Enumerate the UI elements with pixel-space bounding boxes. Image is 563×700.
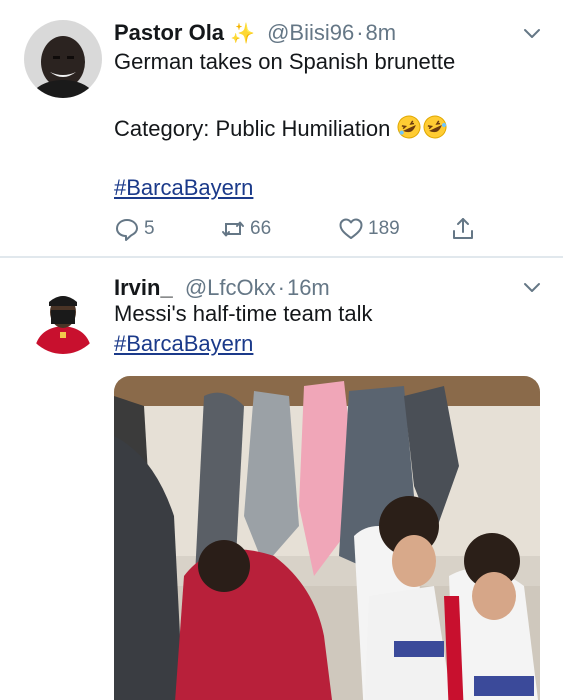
chevron-down-icon[interactable] [521, 22, 543, 44]
hashtag-link[interactable]: #BarcaBayern [114, 331, 253, 356]
reply-count: 5 [144, 218, 155, 239]
reply-icon [116, 219, 138, 241]
separator-dot: · [356, 20, 364, 45]
tweet-hashtag-line: #BarcaBayern [114, 331, 253, 357]
rofl-emoji-icon [397, 115, 421, 139]
user-handle[interactable]: @LfcOkx [185, 275, 276, 300]
retweet-button[interactable]: 66 [220, 214, 271, 244]
tweet-header: Irvin_ @LfcOkx·16m [114, 275, 330, 301]
avatar[interactable] [24, 20, 102, 98]
heart-icon [339, 218, 363, 239]
rofl-emoji-icon [423, 115, 447, 139]
avatar[interactable] [24, 276, 102, 354]
tweet-category-text: Category: Public Humiliation [114, 116, 391, 141]
tweet-header: Pastor Ola ✨ @Biisi96·8m [114, 20, 396, 47]
tweet-pastor-ola[interactable]: Pastor Ola ✨ @Biisi96·8m German takes on … [0, 0, 563, 258]
tweet-text-line-1: German takes on Spanish brunette [114, 49, 456, 74]
tweet-irvin[interactable]: Irvin_ @LfcOkx·16m Messi's half-time tea… [0, 258, 563, 700]
tweet-text-line-1: Messi's half-time team talk [114, 301, 373, 326]
share-icon [453, 218, 473, 239]
timestamp[interactable]: 8m [366, 20, 397, 45]
reply-button[interactable]: 5 [114, 214, 155, 244]
display-name[interactable]: Irvin_ [114, 275, 173, 300]
user-handle[interactable]: @Biisi96 [267, 20, 354, 45]
timestamp[interactable]: 16m [287, 275, 330, 300]
tweet-hashtag-line: #BarcaBayern [114, 175, 253, 201]
like-button[interactable]: 189 [338, 214, 400, 244]
tweet-actions: 5 66 189 [114, 214, 494, 244]
separator-dot: · [277, 275, 285, 300]
share-button[interactable] [450, 214, 480, 244]
tweet-video-thumbnail[interactable] [114, 376, 540, 700]
hashtag-link[interactable]: #BarcaBayern [114, 175, 253, 200]
tweet-text-line-2: Category: Public Humiliation [114, 114, 448, 142]
retweet-icon [222, 221, 244, 237]
retweet-count: 66 [250, 218, 272, 239]
chevron-down-icon[interactable] [521, 276, 543, 298]
display-name[interactable]: Pastor Ola [114, 20, 224, 45]
like-count: 189 [368, 218, 400, 239]
sparkles-icon: ✨ [230, 23, 255, 45]
